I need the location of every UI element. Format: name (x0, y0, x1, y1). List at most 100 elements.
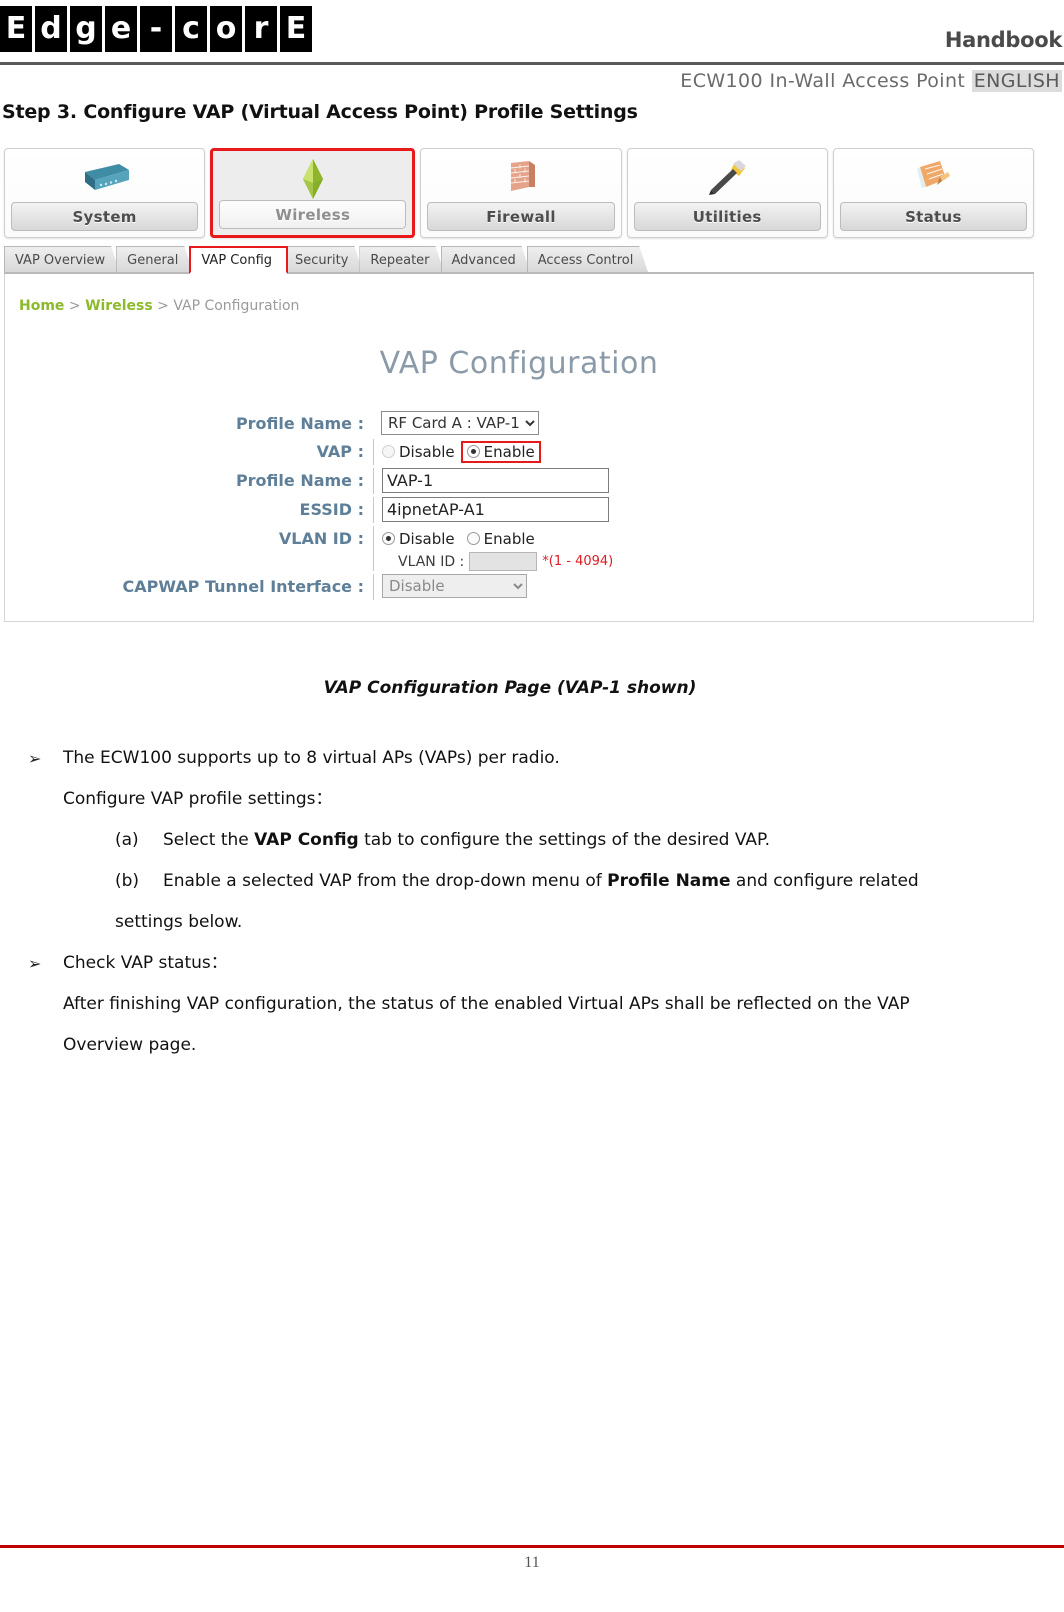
sub-b-post: and configure related (730, 871, 919, 891)
essid-label: ESSID : (299, 500, 364, 519)
logo-letter: c (175, 6, 207, 52)
tab-general[interactable]: General (116, 246, 193, 274)
bullet-2-continuation-line-2: Overview page. (63, 1035, 197, 1055)
logo-letter: E (0, 6, 32, 52)
capwap-label: CAPWAP Tunnel Interface : (122, 577, 365, 596)
vap-disable-label: Disable (399, 442, 455, 461)
logo-letter: g (70, 6, 102, 52)
bullet-2-text: Check VAP status： (63, 953, 228, 973)
tab-vap-overview[interactable]: VAP Overview (4, 246, 120, 274)
embedded-ui-screenshot: System Wireless Firewall Utilities Statu… (0, 136, 1038, 626)
profile-name-select[interactable]: RF Card A : VAP-1 (381, 411, 539, 435)
nav-button-system[interactable]: System (4, 148, 206, 238)
capwap-control: Disable (373, 574, 527, 600)
vlan-enable-label: Enable (483, 529, 535, 548)
main-navigation-bar: System Wireless Firewall Utilities Statu… (4, 148, 1035, 238)
panel-title: VAP Configuration (379, 346, 659, 381)
breadcrumb-wireless[interactable]: Wireless (85, 298, 153, 314)
nav-button-status[interactable]: Status (832, 148, 1035, 238)
vlan-label: VLAN ID : (278, 529, 364, 548)
form-row-vlan: VLAN ID : Disable Enable VLAN ID : *(1 -… (5, 526, 1033, 571)
language-badge: ENGLISH (971, 70, 1062, 92)
body-text: ➢ The ECW100 supports up to 8 virtual AP… (0, 738, 1040, 1066)
breadcrumb: Home > Wireless > VAP Configuration (19, 298, 299, 314)
tab-advanced[interactable]: Advanced (441, 246, 531, 274)
vlan-id-range-hint: *(1 - 4094) (542, 554, 614, 569)
sub-item-b-marker: (b) (115, 871, 140, 891)
page-number: 11 (524, 1554, 540, 1571)
essid-control (373, 497, 609, 523)
capwap-tunnel-select[interactable]: Disable (382, 574, 527, 598)
nav-button-wireless[interactable]: Wireless (210, 148, 416, 238)
tab-label: Security (295, 253, 349, 268)
vlan-control: Disable Enable VLAN ID : *(1 - 4094) (373, 526, 613, 571)
vap-enable-highlight: Enable (460, 440, 541, 463)
document-header: E d g e - c o r E Handbook ECW100 In-Wal… (0, 0, 1064, 100)
tab-security[interactable]: Security (284, 246, 363, 274)
vap-enable-label: Enable (483, 442, 535, 461)
logo-letter: - (140, 6, 172, 52)
form-row-profile-select: Profile Name : RF Card A : VAP-1 (5, 411, 1033, 436)
vap-control: Disable Enable (373, 439, 541, 465)
profile-select-label: Profile Name : (235, 414, 364, 433)
form-row-essid: ESSID : (5, 497, 1033, 523)
bullet-item-1: ➢ The ECW100 supports up to 8 virtual AP… (0, 738, 1040, 779)
tab-label: Advanced (451, 253, 516, 268)
tab-vap-config[interactable]: VAP Config (189, 246, 289, 274)
vap-enable-radio[interactable] (466, 445, 480, 458)
tab-label: VAP Config (201, 252, 273, 268)
sub-item-b: (b) Enable a selected VAP from the drop-… (0, 861, 1040, 902)
breadcrumb-separator: > (68, 298, 81, 314)
form-row-vap: VAP : Disable Enable (5, 439, 1033, 465)
vlan-radio-group: Disable Enable (382, 526, 613, 551)
bullet-item-2: ➢ Check VAP status： (0, 943, 1040, 984)
bullet-arrow-icon: ➢ (28, 954, 42, 973)
sub-item-b-text: Enable a selected VAP from the drop-down… (163, 861, 1040, 902)
tab-access-control[interactable]: Access Control (527, 246, 649, 274)
nav-button-label: Status (839, 202, 1028, 231)
document-footer: 11 (0, 1545, 1064, 1572)
nav-button-utilities[interactable]: Utilities (626, 148, 828, 238)
vap-config-form: Profile Name : RF Card A : VAP-1 VAP : D… (5, 411, 1033, 603)
essid-input[interactable] (382, 497, 609, 522)
vap-label: VAP : (316, 442, 364, 461)
sub-b-bold-term: Profile Name (607, 871, 731, 891)
vap-disable-radio[interactable] (382, 445, 395, 458)
vlan-disable-radio[interactable] (382, 532, 395, 545)
product-name: ECW100 In-Wall Access Point (680, 70, 966, 92)
sub-a-post: tab to configure the settings of the des… (358, 830, 771, 850)
vlan-id-subrow: VLAN ID : *(1 - 4094) (382, 552, 613, 571)
tab-repeater[interactable]: Repeater (359, 246, 444, 274)
sub-item-a-marker: (a) (115, 830, 139, 850)
nav-button-label: Utilities (633, 202, 821, 231)
sub-b-pre: Enable a selected VAP from the drop-down… (163, 871, 608, 891)
bullet-1-continuation: Configure VAP profile settings： (63, 789, 333, 809)
bullet-arrow-icon: ➢ (28, 749, 42, 768)
profile-name-input[interactable] (382, 468, 609, 493)
figure-caption: VAP Configuration Page (VAP-1 shown) (323, 678, 697, 698)
form-row-profile-name: Profile Name : (5, 468, 1033, 494)
tab-label: Repeater (370, 253, 430, 268)
nav-button-firewall[interactable]: Firewall (420, 148, 622, 238)
vlan-id-input[interactable] (469, 552, 538, 571)
tab-label: General (127, 253, 179, 268)
sub-item-a-text: Select the VAP Config tab to configure t… (163, 820, 1040, 861)
tab-label: Access Control (537, 253, 634, 268)
nav-button-label: Wireless (219, 200, 407, 229)
nav-button-label: Firewall (427, 202, 615, 231)
nav-button-label: System (11, 202, 199, 231)
header-handbook-label: Handbook (944, 28, 1062, 52)
hammer-icon (628, 155, 827, 199)
header-product-line: ECW100 In-Wall Access Point ENGLISH (680, 70, 1062, 92)
breadcrumb-home[interactable]: Home (19, 298, 64, 314)
logo-letter: E (280, 6, 312, 52)
profile-name-control (373, 468, 609, 494)
logo-letter: o (210, 6, 242, 52)
sub-a-pre: Select the (163, 830, 255, 850)
breadcrumb-current: VAP Configuration (173, 298, 300, 314)
edgecore-logo: E d g e - c o r E (0, 6, 312, 52)
vlan-enable-radio[interactable] (466, 532, 480, 545)
tab-label: VAP Overview (15, 253, 106, 268)
form-row-capwap: CAPWAP Tunnel Interface : Disable (5, 574, 1033, 600)
logo-letter: d (35, 6, 67, 52)
